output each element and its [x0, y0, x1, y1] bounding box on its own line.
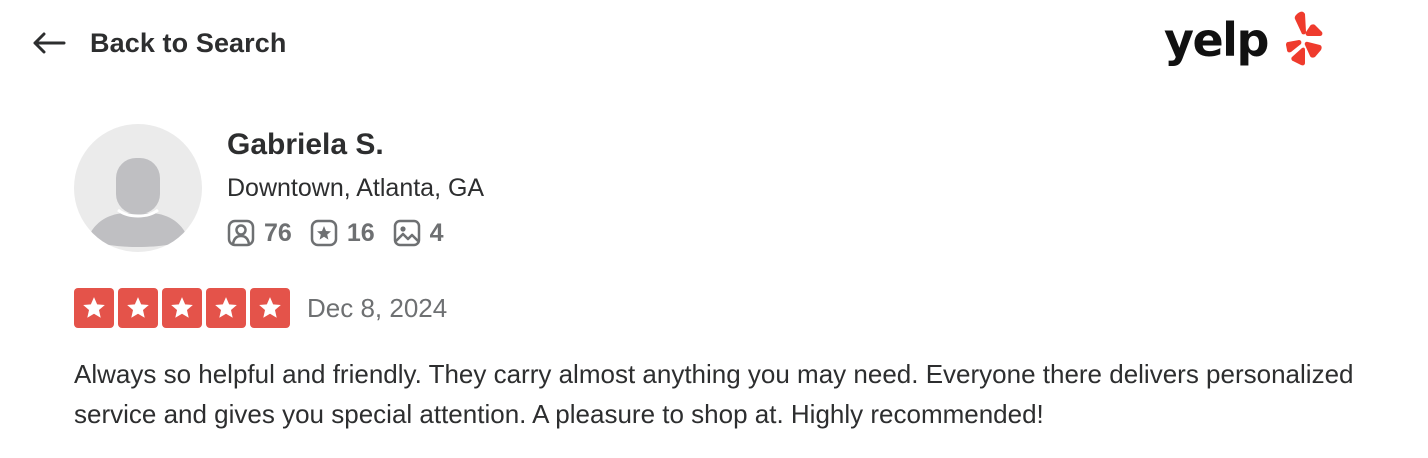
back-to-search-label: Back to Search: [90, 27, 287, 58]
photos-count: 4: [429, 218, 444, 247]
yelp-wordmark: yelp: [1164, 13, 1268, 67]
star-rating: [74, 288, 290, 328]
star-icon: [118, 288, 158, 328]
review-text: Always so helpful and friendly. They car…: [74, 359, 1354, 429]
review-rating-row: Dec 8, 2024: [74, 288, 447, 328]
photos-icon: [393, 219, 420, 247]
reviews-count: 16: [346, 218, 375, 247]
user-name[interactable]: Gabriela S.: [227, 124, 484, 166]
user-stats: 76 16 4: [227, 216, 484, 250]
back-to-search-link[interactable]: Back to Search: [32, 22, 287, 64]
friends-stat: 76: [227, 219, 292, 248]
star-icon: [206, 288, 246, 328]
star-icon: [74, 288, 114, 328]
photos-stat: 4: [393, 219, 444, 248]
reviews-star-icon: [310, 219, 338, 247]
reviews-stat: 16: [310, 219, 375, 248]
yelp-burst-icon: [1286, 11, 1323, 66]
friends-count: 76: [264, 218, 292, 247]
arrow-left-icon: [33, 32, 66, 54]
user-avatar[interactable]: [74, 124, 202, 252]
user-location: Downtown, Atlanta, GA: [227, 174, 485, 202]
yelp-logo[interactable]: yelp: [1162, 8, 1328, 74]
review-date: Dec 8, 2024: [307, 292, 448, 323]
friends-icon: [227, 219, 255, 247]
star-icon: [162, 288, 202, 328]
default-avatar-icon: [88, 158, 188, 247]
star-icon: [250, 288, 290, 328]
user-info: Gabriela S. Downtown, Atlanta, GA 76 16: [227, 124, 484, 250]
